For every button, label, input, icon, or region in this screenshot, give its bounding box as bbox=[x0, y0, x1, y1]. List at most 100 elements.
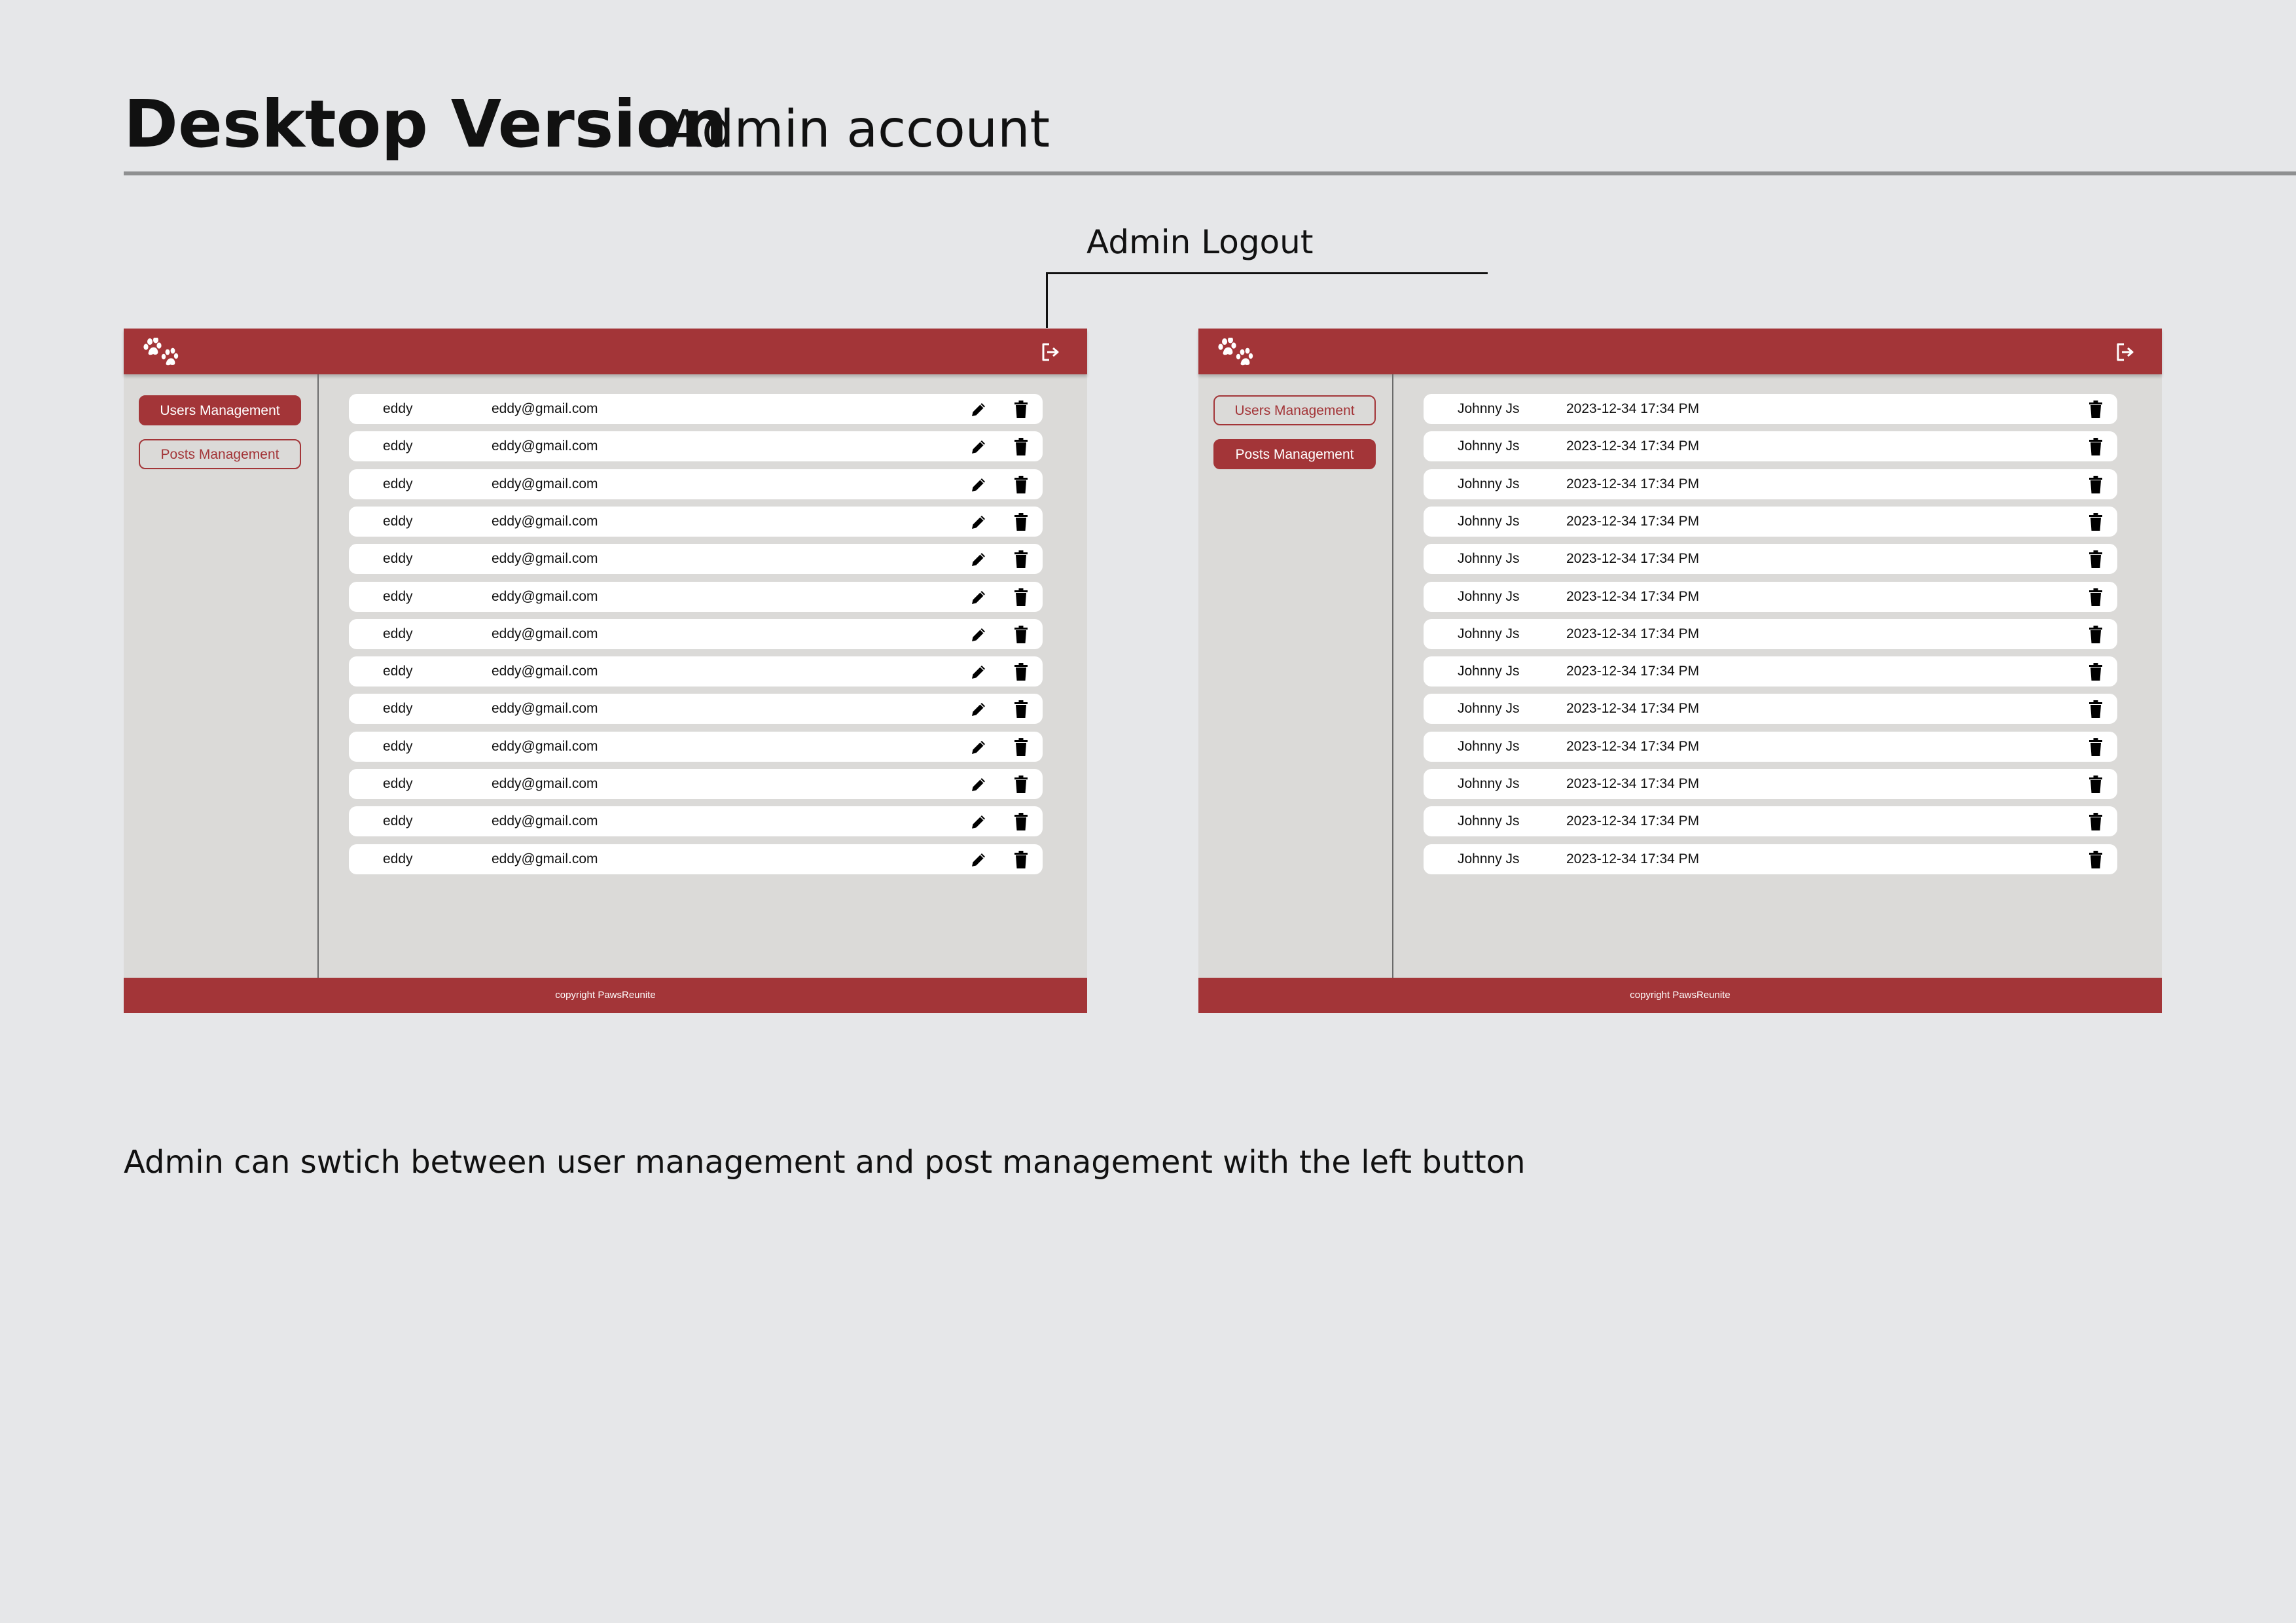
delete-icon[interactable] bbox=[2089, 626, 2103, 643]
edit-icon[interactable] bbox=[970, 401, 987, 418]
row-secondary-text: 2023-12-34 17:34 PM bbox=[1566, 476, 1700, 491]
row-primary-text: eddy bbox=[383, 626, 413, 641]
list-item[interactable]: Johnny Js 2023-12-34 17:34 PM bbox=[1424, 844, 2117, 874]
list-item[interactable]: eddy eddy@gmail.com bbox=[349, 806, 1043, 837]
delete-icon[interactable] bbox=[1014, 550, 1028, 568]
users-management-button[interactable]: Users Management bbox=[139, 395, 301, 425]
delete-icon[interactable] bbox=[1014, 476, 1028, 493]
page-title: Desktop Version bbox=[124, 86, 728, 162]
delete-icon[interactable] bbox=[2089, 513, 2103, 531]
edit-icon[interactable] bbox=[970, 813, 987, 830]
list-item[interactable]: Johnny Js 2023-12-34 17:34 PM bbox=[1424, 431, 2117, 462]
list-item[interactable]: eddy eddy@gmail.com bbox=[349, 731, 1043, 762]
list-item[interactable]: eddy eddy@gmail.com bbox=[349, 544, 1043, 575]
list-item[interactable]: eddy eddy@gmail.com bbox=[349, 581, 1043, 612]
row-primary-text: eddy bbox=[383, 738, 413, 754]
delete-icon[interactable] bbox=[2089, 700, 2103, 718]
delete-icon[interactable] bbox=[1014, 776, 1028, 793]
list-item[interactable]: eddy eddy@gmail.com bbox=[349, 769, 1043, 799]
edit-icon[interactable] bbox=[970, 776, 987, 793]
delete-icon[interactable] bbox=[1014, 663, 1028, 681]
row-primary-text: Johnny Js bbox=[1458, 701, 1520, 717]
row-secondary-text: eddy@gmail.com bbox=[492, 701, 598, 717]
delete-icon[interactable] bbox=[1014, 401, 1028, 418]
list-item[interactable]: Johnny Js 2023-12-34 17:34 PM bbox=[1424, 581, 2117, 612]
edit-icon[interactable] bbox=[970, 476, 987, 493]
list-item[interactable]: Johnny Js 2023-12-34 17:34 PM bbox=[1424, 806, 2117, 837]
delete-icon[interactable] bbox=[2089, 438, 2103, 455]
logout-icon[interactable] bbox=[1040, 342, 1061, 363]
row-primary-text: Johnny Js bbox=[1458, 776, 1520, 791]
delete-icon[interactable] bbox=[2089, 813, 2103, 830]
row-primary-text: Johnny Js bbox=[1458, 513, 1520, 529]
edit-icon[interactable] bbox=[970, 626, 987, 643]
list-item[interactable]: eddy eddy@gmail.com bbox=[349, 618, 1043, 649]
list-item[interactable]: Johnny Js 2023-12-34 17:34 PM bbox=[1424, 618, 2117, 649]
edit-icon[interactable] bbox=[970, 701, 987, 718]
row-secondary-text: 2023-12-34 17:34 PM bbox=[1566, 851, 1700, 866]
row-primary-text: eddy bbox=[383, 588, 413, 604]
description-note: Admin can swtich between user management… bbox=[124, 1144, 1526, 1181]
users-management-button[interactable]: Users Management bbox=[1213, 395, 1376, 425]
list-item[interactable]: Johnny Js 2023-12-34 17:34 PM bbox=[1424, 731, 2117, 762]
row-secondary-text: 2023-12-34 17:34 PM bbox=[1566, 776, 1700, 791]
delete-icon[interactable] bbox=[2089, 588, 2103, 606]
edit-icon[interactable] bbox=[970, 851, 987, 868]
delete-icon[interactable] bbox=[1014, 700, 1028, 718]
delete-icon[interactable] bbox=[2089, 401, 2103, 418]
delete-icon[interactable] bbox=[2089, 476, 2103, 493]
sidebar-divider bbox=[317, 374, 319, 979]
posts-management-button[interactable]: Posts Management bbox=[1213, 439, 1376, 469]
row-secondary-text: eddy@gmail.com bbox=[492, 551, 598, 567]
edit-icon[interactable] bbox=[970, 438, 987, 455]
row-secondary-text: 2023-12-34 17:34 PM bbox=[1566, 551, 1700, 567]
list-item[interactable]: eddy eddy@gmail.com bbox=[349, 694, 1043, 724]
row-secondary-text: eddy@gmail.com bbox=[492, 813, 598, 829]
edit-icon[interactable] bbox=[970, 514, 987, 531]
delete-icon[interactable] bbox=[1014, 588, 1028, 606]
row-primary-text: Johnny Js bbox=[1458, 438, 1520, 454]
list-item[interactable]: eddy eddy@gmail.com bbox=[349, 844, 1043, 874]
delete-icon[interactable] bbox=[2089, 851, 2103, 868]
delete-icon[interactable] bbox=[1014, 513, 1028, 531]
list-item[interactable]: eddy eddy@gmail.com bbox=[349, 394, 1043, 424]
paw-logo-icon[interactable] bbox=[143, 338, 180, 366]
delete-icon[interactable] bbox=[2089, 550, 2103, 568]
delete-icon[interactable] bbox=[1014, 813, 1028, 830]
edit-icon[interactable] bbox=[970, 739, 987, 756]
delete-icon[interactable] bbox=[1014, 438, 1028, 455]
app-header bbox=[124, 329, 1087, 374]
edit-icon[interactable] bbox=[970, 589, 987, 606]
list-item[interactable]: Johnny Js 2023-12-34 17:34 PM bbox=[1424, 544, 2117, 575]
delete-icon[interactable] bbox=[1014, 626, 1028, 643]
list-item[interactable]: Johnny Js 2023-12-34 17:34 PM bbox=[1424, 469, 2117, 499]
delete-icon[interactable] bbox=[1014, 851, 1028, 868]
list-item[interactable]: eddy eddy@gmail.com bbox=[349, 506, 1043, 537]
list-item[interactable]: Johnny Js 2023-12-34 17:34 PM bbox=[1424, 656, 2117, 687]
row-secondary-text: 2023-12-34 17:34 PM bbox=[1566, 738, 1700, 754]
row-secondary-text: eddy@gmail.com bbox=[492, 851, 598, 866]
posts-management-button[interactable]: Posts Management bbox=[139, 439, 301, 469]
delete-icon[interactable] bbox=[2089, 663, 2103, 681]
row-primary-text: eddy bbox=[383, 401, 413, 416]
delete-icon[interactable] bbox=[1014, 738, 1028, 756]
row-secondary-text: eddy@gmail.com bbox=[492, 588, 598, 604]
list-item[interactable]: eddy eddy@gmail.com bbox=[349, 431, 1043, 462]
list-item[interactable]: Johnny Js 2023-12-34 17:34 PM bbox=[1424, 394, 2117, 424]
edit-icon[interactable] bbox=[970, 551, 987, 568]
row-primary-text: eddy bbox=[383, 701, 413, 717]
page-subtitle: Admin account bbox=[668, 100, 1050, 159]
list-item[interactable]: Johnny Js 2023-12-34 17:34 PM bbox=[1424, 694, 2117, 724]
edit-icon[interactable] bbox=[970, 664, 987, 681]
list-item[interactable]: eddy eddy@gmail.com bbox=[349, 656, 1043, 687]
list-item[interactable]: eddy eddy@gmail.com bbox=[349, 469, 1043, 499]
paw-logo-icon[interactable] bbox=[1218, 338, 1255, 366]
row-primary-text: Johnny Js bbox=[1458, 588, 1520, 604]
list-item[interactable]: Johnny Js 2023-12-34 17:34 PM bbox=[1424, 769, 2117, 799]
delete-icon[interactable] bbox=[2089, 776, 2103, 793]
list-item[interactable]: Johnny Js 2023-12-34 17:34 PM bbox=[1424, 506, 2117, 537]
row-primary-text: eddy bbox=[383, 438, 413, 454]
logout-icon[interactable] bbox=[2115, 342, 2136, 363]
row-secondary-text: eddy@gmail.com bbox=[492, 738, 598, 754]
delete-icon[interactable] bbox=[2089, 738, 2103, 756]
